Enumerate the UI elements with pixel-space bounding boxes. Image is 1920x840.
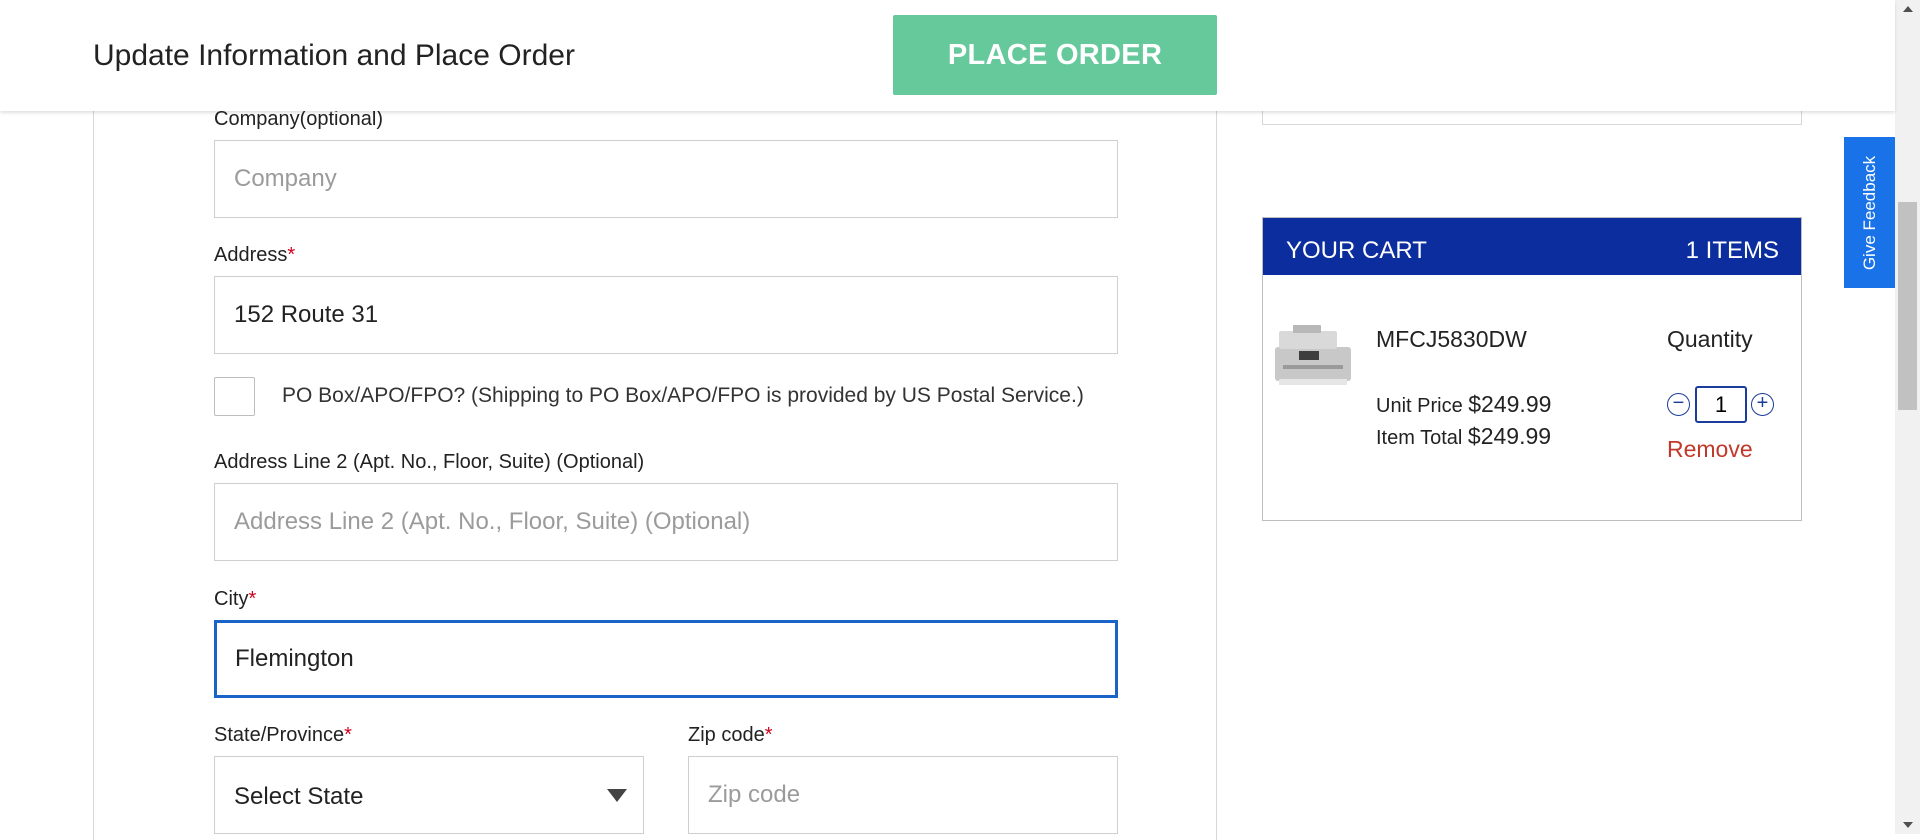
company-label: Company(optional) [214, 108, 383, 130]
scroll-up-icon[interactable] [1903, 6, 1913, 12]
cart-item-count: 1 ITEMS [1685, 237, 1779, 264]
give-feedback-label: Give Feedback [1859, 155, 1879, 270]
page-title: Update Information and Place Order [93, 39, 575, 72]
state-label: State/Province* [214, 724, 352, 747]
cart-title: YOUR CART [1286, 237, 1427, 264]
required-mark: * [344, 724, 352, 746]
address2-label: Address Line 2 (Apt. No., Floor, Suite) … [214, 451, 645, 473]
page-header: Update Information and Place Order PLACE… [0, 0, 1895, 111]
printer-product-image [1275, 325, 1351, 385]
required-mark: * [248, 588, 257, 610]
scrollbar-thumb[interactable] [1898, 202, 1917, 410]
address-label-text: Address [214, 244, 288, 266]
address2-input[interactable] [214, 483, 1118, 561]
cart-header: YOUR CART 1 ITEMS [1263, 218, 1801, 275]
cart-panel: YOUR CART 1 ITEMS MFCJ5830DW Quantity Un… [1262, 217, 1802, 521]
item-total-label: Item Total [1376, 427, 1463, 449]
remove-item-link[interactable]: Remove [1667, 436, 1753, 463]
unit-price-row: Unit Price $249.99 [1376, 391, 1551, 418]
unit-price-value: $249.99 [1468, 391, 1552, 417]
unit-price-label: Unit Price [1376, 395, 1463, 417]
increase-quantity-icon[interactable]: + [1751, 393, 1774, 416]
decrease-quantity-icon[interactable]: − [1667, 393, 1690, 416]
required-mark: * [764, 724, 773, 746]
give-feedback-button[interactable]: Give Feedback [1844, 137, 1895, 288]
chevron-down-icon [607, 789, 627, 802]
address-label: Address* [214, 244, 295, 267]
item-total-value: $249.99 [1467, 423, 1552, 449]
city-label-text: City [214, 588, 249, 610]
place-order-button[interactable]: PLACE ORDER [893, 15, 1217, 95]
city-input[interactable] [214, 620, 1118, 698]
page-scrollbar[interactable] [1895, 0, 1920, 834]
zip-label-text: Zip code [688, 724, 765, 746]
quantity-label: Quantity [1667, 326, 1753, 352]
address-input[interactable] [214, 276, 1118, 354]
quantity-input[interactable] [1695, 386, 1747, 423]
scroll-down-icon[interactable] [1903, 822, 1913, 828]
required-mark: * [287, 244, 296, 266]
city-label: City* [214, 588, 256, 611]
zip-input[interactable] [688, 756, 1118, 834]
company-input[interactable] [214, 140, 1118, 218]
state-select[interactable]: Select State [214, 756, 644, 834]
state-select-value: Select State [234, 783, 364, 810]
product-name: MFCJ5830DW [1376, 326, 1527, 352]
item-total-row: Item Total $249.99 [1376, 423, 1551, 450]
po-box-label: PO Box/APO/FPO? (Shipping to PO Box/APO/… [282, 384, 1084, 407]
zip-label: Zip code* [688, 724, 773, 747]
po-box-checkbox[interactable] [214, 377, 255, 416]
state-label-text: State/Province [214, 724, 345, 746]
